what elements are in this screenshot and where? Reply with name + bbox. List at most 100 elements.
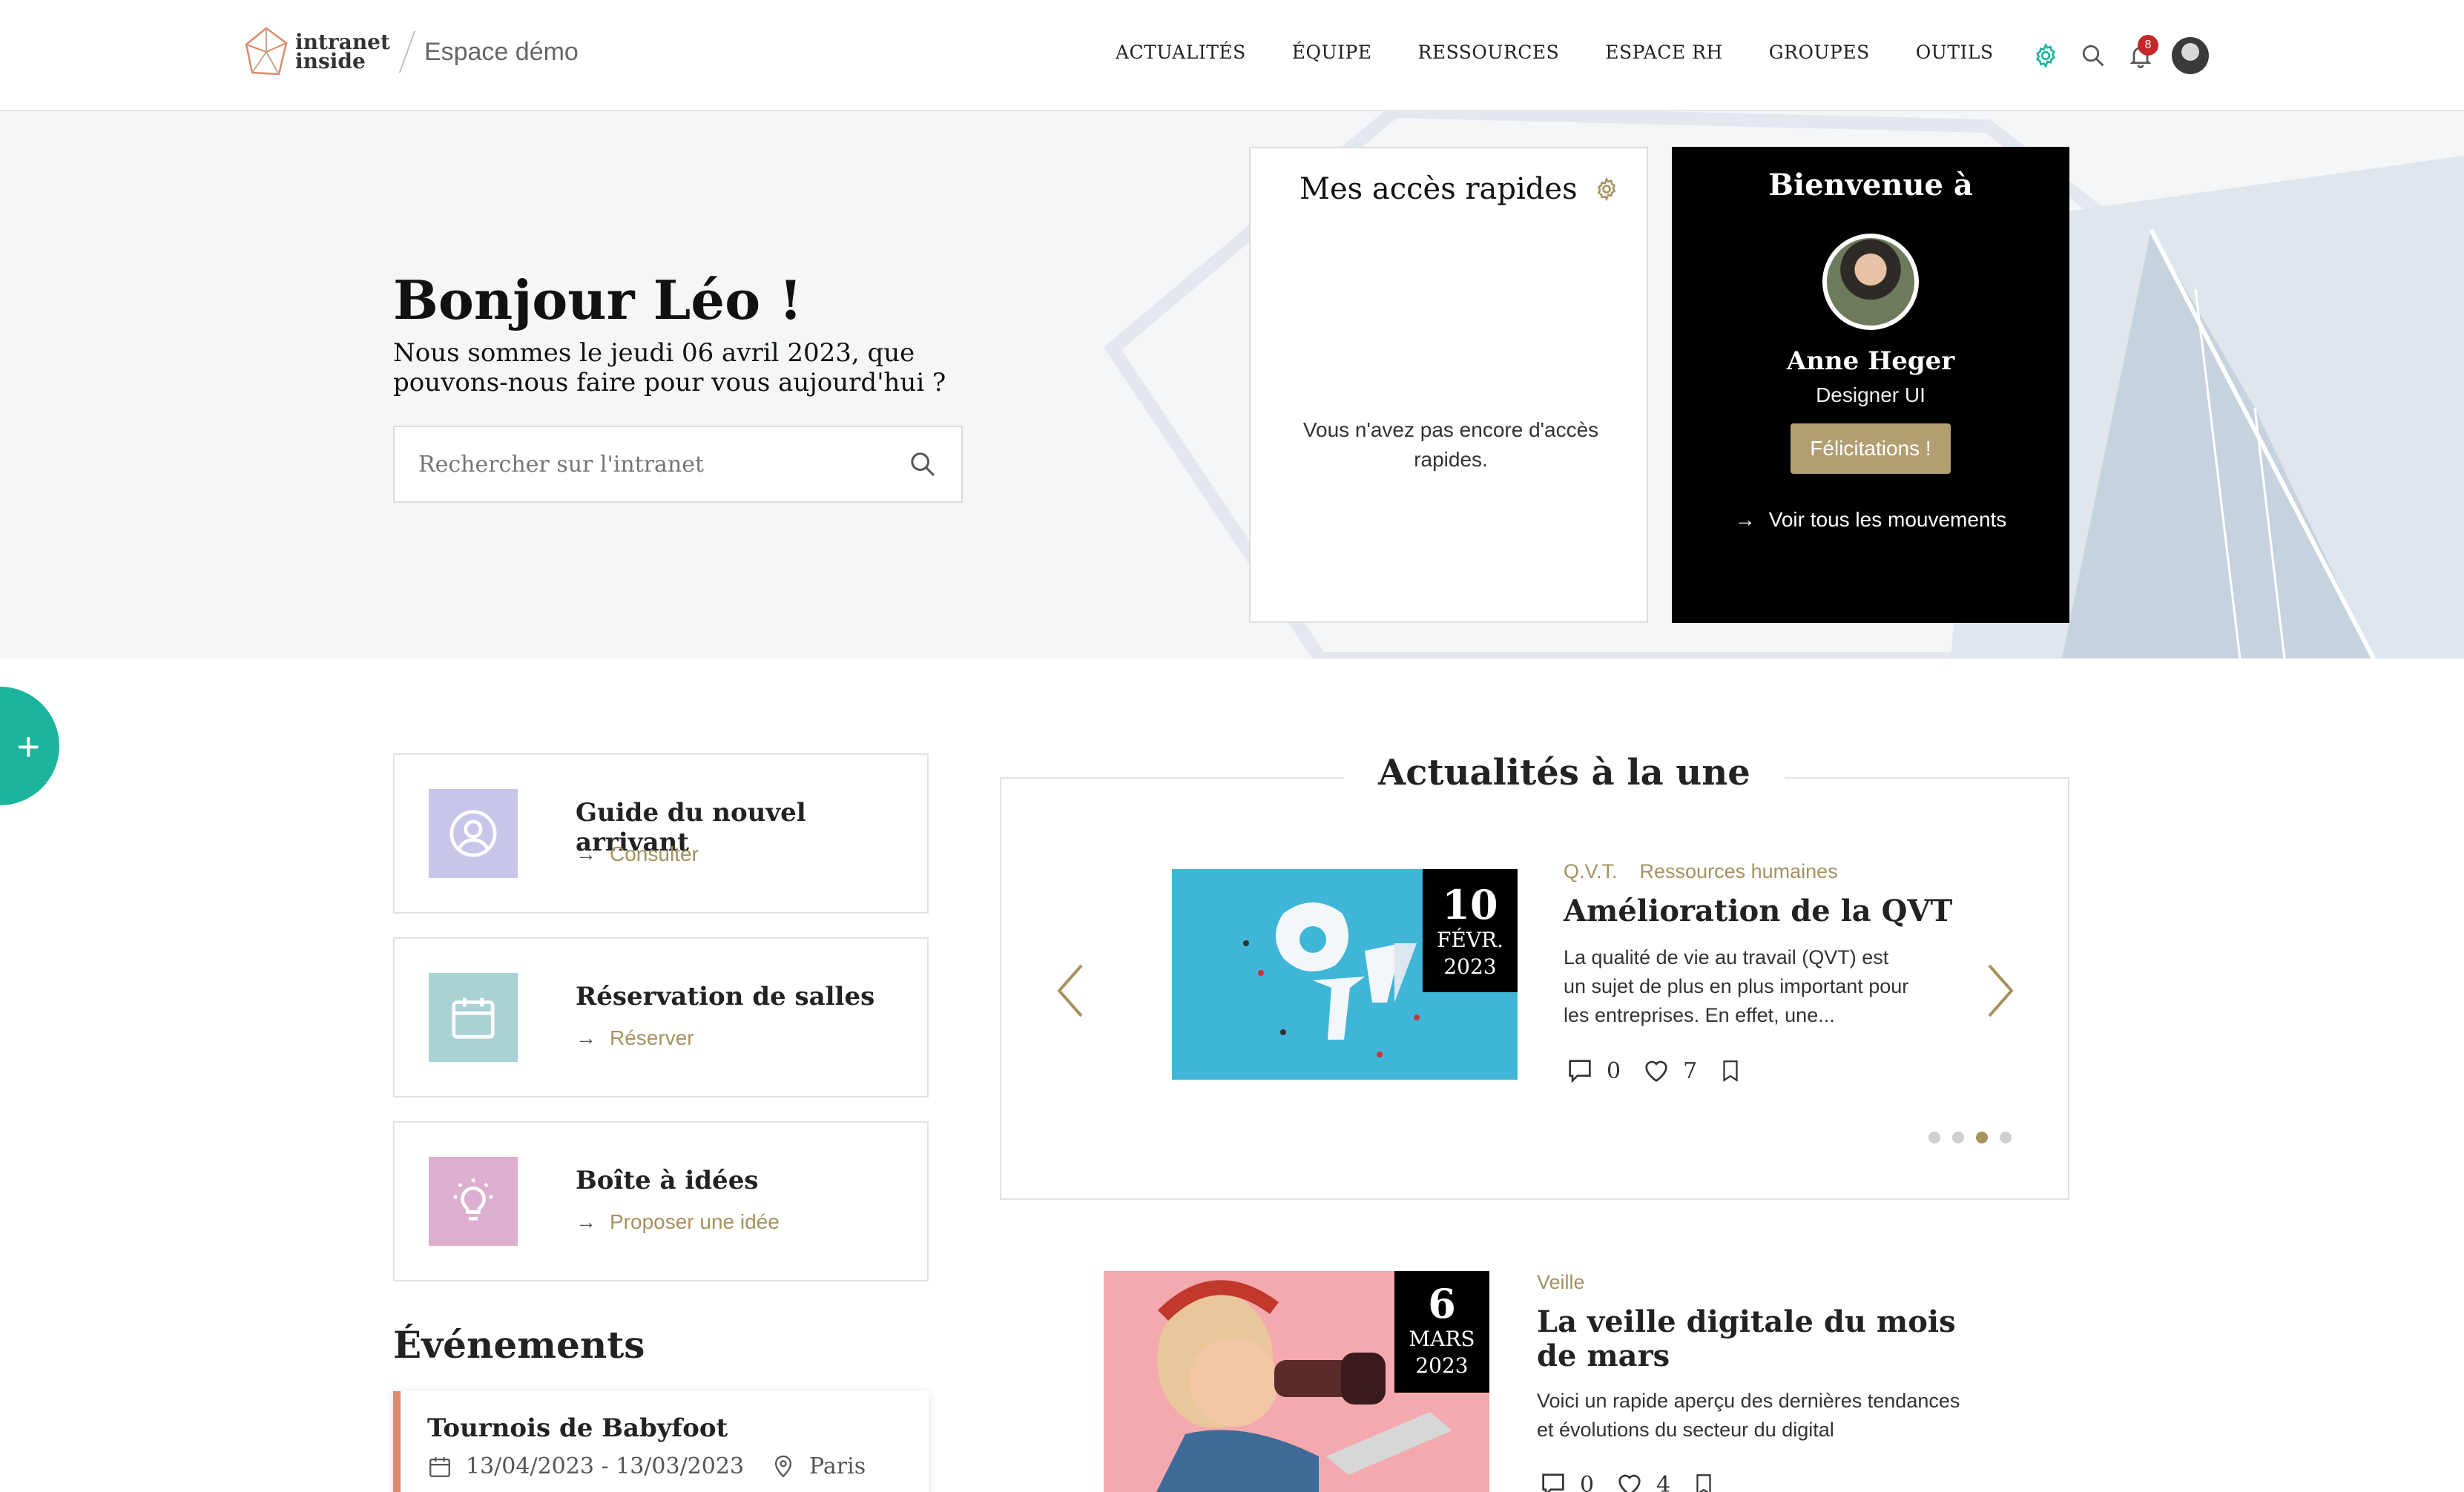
event-meta: 13/04/2023 - 13/03/2023 Paris xyxy=(427,1453,866,1479)
carousel-dots xyxy=(1928,1132,2023,1143)
card-guide-nouvel-arrivant[interactable]: Guide du nouvel arrivant → Consulter xyxy=(393,753,929,914)
comment-icon xyxy=(1569,1060,1591,1083)
news-date-day: 10 xyxy=(1442,881,1498,928)
events-title: Événements xyxy=(393,1323,645,1367)
logo[interactable]: intranet inside Espace démo xyxy=(245,27,579,77)
header-icons: 8 xyxy=(2029,35,2209,74)
likes-value: 7 xyxy=(1683,1057,1698,1084)
quick-access-title: Mes accès rapides xyxy=(1299,172,1619,206)
news-date-year: 2023 xyxy=(1443,954,1497,979)
location-pin-icon xyxy=(774,1455,792,1477)
news-title[interactable]: Amélioration de la QVT xyxy=(1564,894,1952,928)
tag-rh[interactable]: Ressources humaines xyxy=(1640,860,1838,882)
nav-espace-rh[interactable]: ESPACE RH xyxy=(1605,42,1722,63)
bookmark-button[interactable] xyxy=(1718,1057,1755,1085)
carousel-prev-arrow-icon[interactable] xyxy=(1052,961,1089,1020)
card-boite-idees[interactable]: Boîte à idées → Proposer une idée xyxy=(393,1121,929,1281)
carousel-dot[interactable] xyxy=(1928,1132,1940,1143)
news-tags: Q.V.T. Ressources humaines xyxy=(1564,860,1860,883)
user-circle-icon xyxy=(429,789,518,878)
featured-news-heading: Actualités à la une xyxy=(1344,752,1785,793)
news-stats: 0 7 xyxy=(1565,1056,1776,1086)
event-item[interactable]: Tournois de Babyfoot 13/04/2023 - 13/03/… xyxy=(393,1391,929,1492)
card-link-label: Réserver xyxy=(610,1026,694,1049)
tag-qvt[interactable]: Q.V.T. xyxy=(1564,860,1618,882)
bookmark-button[interactable] xyxy=(1691,1470,1728,1492)
add-floating-button[interactable]: + xyxy=(0,687,59,805)
arrow-right-icon: → xyxy=(576,842,596,865)
logo-text: intranet inside xyxy=(295,30,390,73)
intranet-search-box xyxy=(393,426,963,503)
news2-date-badge: 6 MARS 2023 xyxy=(1394,1271,1489,1393)
welcome-panel: Bienvenue à Anne Heger Designer UI Félic… xyxy=(1672,147,2069,623)
nav-ressources[interactable]: RESSOURCES xyxy=(1418,42,1560,63)
news2-stats: 0 4 xyxy=(1538,1470,1749,1492)
comment-icon xyxy=(1542,1473,1564,1492)
card-link-label: Proposer une idée xyxy=(610,1210,780,1233)
comments-count[interactable]: 0 xyxy=(1538,1470,1594,1492)
intranet-search-input[interactable] xyxy=(418,451,908,478)
calendar-icon xyxy=(429,1456,450,1477)
carousel-next-arrow-icon[interactable] xyxy=(1982,961,2019,1020)
news2-date-day: 6 xyxy=(1428,1280,1456,1327)
card-title: Boîte à idées xyxy=(576,1166,759,1195)
main-nav: ACTUALITÉS ÉQUIPE RESSOURCES ESPACE RH G… xyxy=(1116,42,1994,63)
likes-count[interactable]: 4 xyxy=(1615,1470,1670,1492)
carousel-dot-active[interactable] xyxy=(1976,1132,1988,1143)
top-header: intranet inside Espace démo ACTUALITÉS É… xyxy=(0,0,2464,111)
card-link-proposer-idee[interactable]: → Proposer une idée xyxy=(576,1210,780,1234)
new-employee-name: Anne Heger xyxy=(1786,346,1955,376)
space-name: Espace démo xyxy=(424,37,579,66)
likes-value: 4 xyxy=(1656,1471,1671,1492)
news2-tags: Veille xyxy=(1537,1271,1607,1294)
likes-count[interactable]: 7 xyxy=(1641,1056,1697,1086)
calendar-icon xyxy=(429,973,518,1062)
arrow-right-icon: → xyxy=(576,1026,596,1049)
all-movements-link[interactable]: → Voir tous les mouvements xyxy=(1672,508,2069,532)
card-link-label: Consulter xyxy=(610,842,699,865)
logo-separator xyxy=(398,31,416,73)
card-link-reserver[interactable]: → Réserver xyxy=(576,1026,694,1050)
card-link-consulter[interactable]: → Consulter xyxy=(576,842,699,866)
new-employee-photo xyxy=(1822,234,1919,330)
comments-count[interactable]: 0 xyxy=(1565,1056,1621,1086)
nav-equipe[interactable]: ÉQUIPE xyxy=(1292,42,1372,63)
lightbulb-icon xyxy=(429,1157,518,1246)
carousel-dot[interactable] xyxy=(2000,1132,2012,1143)
hero-section: Bonjour Léo ! Nous sommes le jeudi 06 av… xyxy=(0,111,2464,658)
nav-actualites[interactable]: ACTUALITÉS xyxy=(1116,42,1246,63)
quick-access-empty-text: Vous n'avez pas encore d'accès rapides. xyxy=(1302,418,1599,471)
bookmark-icon xyxy=(1723,1060,1738,1082)
quick-access-settings-icon[interactable] xyxy=(1594,176,1619,202)
welcome-title: Bienvenue à xyxy=(1768,168,1973,202)
nav-outils[interactable]: OUTILS xyxy=(1916,42,1994,63)
tag-veille[interactable]: Veille xyxy=(1537,1271,1585,1293)
plus-icon: + xyxy=(16,724,40,769)
event-location: Paris xyxy=(809,1453,866,1479)
bookmark-icon xyxy=(1696,1474,1711,1492)
logo-diamond-icon xyxy=(245,27,288,76)
news-date-badge: 10 FÉVR. 2023 xyxy=(1423,869,1518,992)
heart-icon xyxy=(1645,1060,1667,1082)
event-dates: 13/04/2023 - 13/03/2023 xyxy=(466,1453,745,1479)
arrow-right-icon: → xyxy=(576,1210,596,1233)
notification-bell-icon[interactable]: 8 xyxy=(2124,35,2158,72)
search-icon[interactable] xyxy=(2077,39,2109,72)
news2-title[interactable]: La veille digitale du mois de mars xyxy=(1537,1305,1967,1373)
notification-badge: 8 xyxy=(2138,35,2158,56)
search-submit-icon[interactable] xyxy=(908,449,938,479)
news2-description: Voici un rapide aperçu des dernières ten… xyxy=(1537,1390,1960,1441)
news2-date-year: 2023 xyxy=(1415,1353,1469,1378)
nav-groupes[interactable]: GROUPES xyxy=(1769,42,1870,63)
congrats-button[interactable]: Félicitations ! xyxy=(1791,423,1951,474)
settings-icon[interactable] xyxy=(2029,39,2062,72)
card-reservation-salles[interactable]: Réservation de salles → Réserver xyxy=(393,937,929,1097)
card-title: Réservation de salles xyxy=(576,982,875,1011)
carousel-dot[interactable] xyxy=(1952,1132,1964,1143)
news-description: La qualité de vie au travail (QVT) est u… xyxy=(1564,946,1909,1026)
comments-value: 0 xyxy=(1580,1471,1595,1492)
greeting-subtitle: Nous sommes le jeudi 06 avril 2023, que … xyxy=(393,338,946,397)
user-avatar[interactable] xyxy=(2172,37,2209,74)
all-movements-label: Voir tous les mouvements xyxy=(1768,508,2007,531)
quick-access-panel: Mes accès rapides Vous n'avez pas encore… xyxy=(1249,147,1648,623)
